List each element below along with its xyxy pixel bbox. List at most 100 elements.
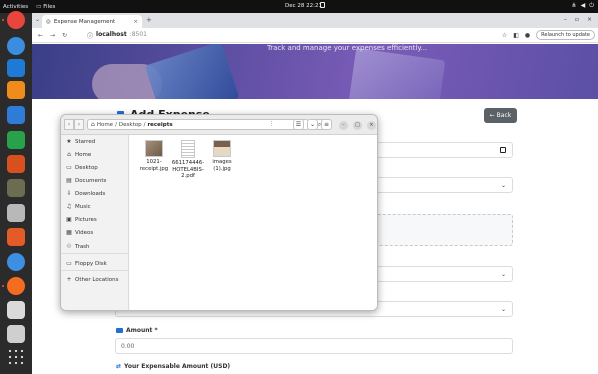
sidebar-item-label: Home — [75, 151, 92, 158]
tab-search-icon[interactable]: ⌄ — [35, 16, 40, 23]
file-chooser-dialog: ‹ › ⌂ Home / Desktop / receipts ⋮ ⌕ ☰ ⌄ ≡… — [60, 114, 378, 311]
running-indicator — [2, 285, 4, 287]
reload-icon[interactable]: ↻ — [62, 32, 67, 39]
vlc-icon[interactable] — [7, 81, 25, 99]
relaunch-button[interactable]: Relaunch to update — [536, 30, 595, 40]
help-icon[interactable] — [7, 253, 25, 271]
browser-tab[interactable]: ◎ Expense Management × — [42, 15, 142, 28]
back-arrow-icon[interactable]: ← — [38, 32, 43, 39]
pictures-icon: ▣ — [66, 216, 72, 223]
path-current[interactable]: receipts — [147, 122, 172, 128]
forward-arrow-icon[interactable]: → — [50, 32, 55, 39]
videos-icon: ▦ — [66, 229, 72, 236]
minimize-icon[interactable]: – — [564, 16, 567, 23]
path-separator: / — [143, 121, 146, 128]
volume-icon: ◀ — [580, 2, 586, 9]
sidebar-item-downloads[interactable]: ⇩ Downloads — [66, 190, 126, 197]
file-name: 661174446-HOTEL4BIS-2.pdf — [171, 160, 205, 179]
address-bar-row: ← → ↻ ⓘ localhost:8501 ☆ ◧ ● Relaunch to… — [32, 28, 598, 43]
sidebar-item-starred[interactable]: ★ Starred — [66, 138, 126, 145]
home-icon: ⌂ — [91, 121, 95, 128]
dialog-close-icon[interactable]: × — [367, 121, 376, 130]
power-icon: ⏻ — [589, 2, 594, 9]
sidebar-item-pictures[interactable]: ▣ Pictures — [66, 216, 126, 223]
url-field[interactable]: ⓘ localhost:8501 — [87, 31, 147, 40]
file-item[interactable]: images (1).jpg — [204, 140, 240, 172]
sidebar-item-label: Music — [75, 203, 91, 210]
calc-icon[interactable] — [7, 131, 25, 149]
sidebar-item-label: Documents — [75, 177, 107, 184]
sidebar-item-desktop[interactable]: ▭ Desktop — [66, 164, 126, 171]
system-tray[interactable]: ⋔ ◀ ⏻ — [572, 2, 594, 10]
list-view-icon[interactable]: ☰ — [293, 119, 304, 130]
file-thumbnail — [181, 140, 195, 158]
calendar-icon[interactable] — [500, 147, 506, 153]
dialog-maximize-icon[interactable]: □ — [353, 121, 362, 130]
sidebar-item-other-locations[interactable]: + Other Locations — [66, 276, 126, 283]
software-icon[interactable] — [7, 228, 25, 246]
vscode-icon[interactable] — [7, 59, 25, 77]
profile-icon[interactable]: ● — [525, 32, 530, 39]
documents-icon: ▤ — [66, 177, 72, 184]
sidebar-item-home[interactable]: ⌂ Home — [66, 151, 126, 158]
tab-close-icon[interactable]: × — [133, 19, 138, 25]
downloads-icon: ⇩ — [66, 190, 72, 197]
folder-icon: ▭ — [36, 3, 42, 10]
music-icon: ♫ — [66, 203, 72, 210]
path-bar[interactable]: ⌂ Home / Desktop / receipts ⋮ — [87, 119, 309, 130]
impress-icon[interactable] — [7, 155, 25, 173]
sidebar-item-documents[interactable]: ▤ Documents — [66, 177, 126, 184]
new-tab-button[interactable]: + — [146, 16, 152, 24]
back-button[interactable]: ← Back — [484, 108, 517, 123]
files-icon[interactable] — [7, 204, 25, 222]
sidebar-item-label: Desktop — [75, 164, 98, 171]
path-home[interactable]: Home — [97, 122, 113, 128]
sidepanel-icon[interactable]: ◧ — [513, 32, 519, 39]
dock — [0, 11, 32, 374]
chrome-icon[interactable] — [7, 11, 25, 29]
app-name: Files — [43, 3, 56, 10]
dialog-back-icon[interactable]: ‹ — [64, 119, 74, 130]
exchange-icon: ⇄ — [116, 363, 122, 370]
path-more-icon[interactable]: ⋮ — [269, 121, 275, 127]
nav-buttons: ← → ↻ — [38, 32, 67, 39]
path-desktop[interactable]: Desktop — [119, 122, 142, 128]
sidebar-item-label: Trash — [75, 243, 90, 250]
sidebar-item-floppy[interactable]: ▭ Floppy Disk — [66, 260, 126, 267]
sidebar-item-trash[interactable]: ♲ Trash — [66, 243, 126, 250]
sidebar-item-videos[interactable]: ▦ Videos — [66, 229, 126, 236]
trash-icon: ♲ — [66, 243, 72, 250]
sidebar-item-music[interactable]: ♫ Music — [66, 203, 126, 210]
gimp-icon[interactable] — [7, 179, 25, 197]
toolbar-right: ☆ ◧ ● Relaunch to update — [502, 30, 595, 40]
sidebar-item-label: Pictures — [75, 216, 97, 223]
desktop-icon: ▭ — [66, 164, 72, 171]
maximize-icon[interactable]: ▫ — [575, 16, 579, 23]
apps-grid-icon[interactable] — [7, 348, 25, 366]
trash-icon[interactable] — [7, 325, 25, 343]
close-window-icon[interactable]: × — [587, 16, 592, 23]
browser-tab-strip: ⌄ ◎ Expense Management × + – ▫ × — [32, 13, 598, 28]
dialog-minimize-icon[interactable]: – — [339, 121, 348, 130]
activities-button[interactable]: Activities — [3, 4, 28, 10]
writer-icon[interactable] — [7, 106, 25, 124]
file-grid: 1021-receipt.jpg 661174446-HOTEL4BIS-2.pd… — [130, 135, 377, 310]
chevron-down-icon: ⌄ — [500, 306, 506, 313]
hero-card-image-2 — [348, 48, 446, 99]
window-controls: – ▫ × — [564, 16, 592, 23]
site-info-icon[interactable]: ⓘ — [87, 31, 93, 40]
amount-input[interactable]: 0.00 — [115, 338, 513, 354]
app-menu[interactable]: ▭ Files — [36, 4, 55, 10]
bookmark-star-icon[interactable]: ☆ — [502, 32, 507, 39]
clock[interactable]: Dec 28 22:21 — [285, 3, 322, 9]
starred-icon: ★ — [66, 138, 72, 145]
sort-chevron-icon[interactable]: ⌄ — [307, 119, 318, 130]
firefox-icon[interactable] — [7, 277, 25, 295]
dialog-forward-icon[interactable]: › — [74, 119, 84, 130]
disk-icon[interactable] — [7, 301, 25, 319]
file-item[interactable]: 661174446-HOTEL4BIS-2.pdf — [170, 140, 206, 180]
hero-banner: Track and manage your expenses efficient… — [32, 44, 598, 99]
chromium-icon[interactable] — [7, 37, 25, 55]
menu-icon[interactable]: ≡ — [321, 119, 332, 130]
file-item[interactable]: 1021-receipt.jpg — [136, 140, 172, 172]
